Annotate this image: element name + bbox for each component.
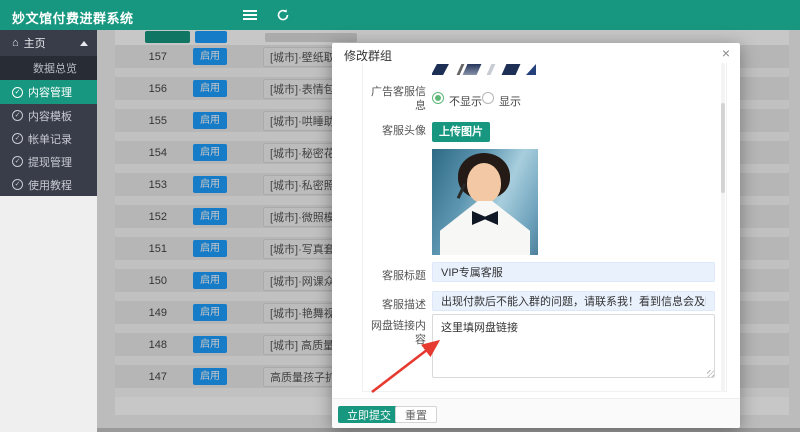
sidebar-item-bill-record[interactable]: ✓ 帐单记录 xyxy=(0,127,97,150)
home-icon: ⌂ xyxy=(12,37,19,49)
avatar-face xyxy=(467,163,501,203)
textarea-resize-handle[interactable] xyxy=(707,370,714,377)
service-avatar-preview xyxy=(432,149,538,255)
service-desc-input[interactable] xyxy=(432,291,715,311)
sidebar-item-label: 内容模板 xyxy=(28,108,72,124)
radio-show[interactable] xyxy=(482,92,494,104)
upload-image-button[interactable]: 上传图片 xyxy=(432,122,490,142)
sidebar-item-content-template[interactable]: ✓ 内容模板 xyxy=(0,104,97,127)
refresh-icon[interactable] xyxy=(276,8,290,22)
check-circle-icon: ✓ xyxy=(12,179,23,190)
service-title-label: 客服标题 xyxy=(368,269,426,283)
reset-button[interactable]: 重置 xyxy=(395,406,437,423)
modal-scrollbar-track xyxy=(721,63,725,392)
app-title: 妙文馆付费进群系统 xyxy=(12,8,134,27)
sidebar-item-label: 数据总览 xyxy=(33,60,77,76)
app-window: 妙文馆付费进群系统 ⌂ 主页 数据总览 ✓ 内容管理 ✓ 内容模板 ✓ 帐单记录 xyxy=(0,0,800,432)
close-icon[interactable]: × xyxy=(722,45,730,61)
modal-scrollbar-thumb[interactable] xyxy=(721,103,725,193)
service-desc-label: 客服描述 xyxy=(368,298,426,312)
radio-hide[interactable] xyxy=(432,92,444,104)
sidebar-item-data-overview[interactable]: 数据总览 xyxy=(0,56,97,80)
avatar-shirt xyxy=(440,201,530,255)
sidebar-item-withdraw-manage[interactable]: ✓ 提现管理 xyxy=(0,150,97,173)
edit-group-modal: 修改群组 × 广告客服信息 不显示 显示 客服头像 上传图片 客服标题 客服描述… xyxy=(332,43,740,428)
sidebar-item-tutorial[interactable]: ✓ 使用教程 xyxy=(0,173,97,196)
radio-show-label[interactable]: 显示 xyxy=(499,93,521,109)
top-bar: 妙文馆付费进群系统 xyxy=(0,0,800,30)
netdisk-link-textarea[interactable]: 这里填网盘链接 xyxy=(432,314,715,378)
sidebar-item-label: 内容管理 xyxy=(28,84,72,100)
sidebar-item-label: 主页 xyxy=(24,35,46,51)
submit-button[interactable]: 立即提交 xyxy=(338,406,400,423)
service-avatar-label: 客服头像 xyxy=(368,124,426,138)
horizontal-scrollbar[interactable] xyxy=(0,428,800,432)
group-avatar-image-cutoff xyxy=(432,64,538,75)
radio-hide-label[interactable]: 不显示 xyxy=(449,93,482,109)
sidebar-item-label: 使用教程 xyxy=(28,177,72,193)
service-title-input[interactable] xyxy=(432,262,715,282)
check-circle-icon: ✓ xyxy=(12,156,23,167)
check-circle-icon: ✓ xyxy=(12,133,23,144)
ad-service-info-label: 广告客服信息 xyxy=(368,85,426,113)
modal-header: 修改群组 × xyxy=(332,43,740,63)
check-circle-icon: ✓ xyxy=(12,87,23,98)
modal-footer: 立即提交 重置 xyxy=(332,398,740,428)
sidebar: ⌂ 主页 数据总览 ✓ 内容管理 ✓ 内容模板 ✓ 帐单记录 ✓ 提现管理 ✓ … xyxy=(0,30,97,432)
sidebar-item-home[interactable]: ⌂ 主页 xyxy=(0,30,97,56)
sidebar-item-content-manage[interactable]: ✓ 内容管理 xyxy=(0,80,97,104)
menu-icon[interactable] xyxy=(243,10,257,20)
sidebar-item-label: 提现管理 xyxy=(28,154,72,170)
caret-up-icon xyxy=(80,41,88,46)
netdisk-link-label: 网盘链接内容 xyxy=(368,319,426,347)
check-circle-icon: ✓ xyxy=(12,110,23,121)
modal-title: 修改群组 xyxy=(344,47,392,64)
sidebar-item-label: 帐单记录 xyxy=(28,131,72,147)
